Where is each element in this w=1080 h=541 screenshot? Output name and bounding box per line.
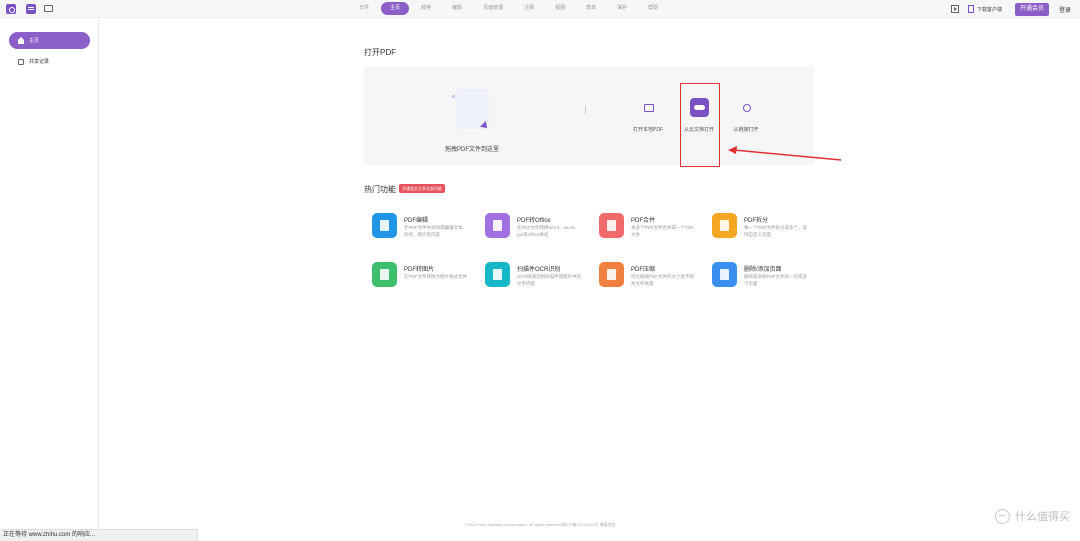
- vip-button[interactable]: 开通会员: [1014, 2, 1049, 16]
- feature-pdf-compress[interactable]: PDF压缩 优化缩减PDF文件的大小且不损失文件质量: [593, 257, 698, 291]
- tab-view[interactable]: 视图: [546, 2, 574, 15]
- hot-functions-title: 热门功能: [364, 185, 396, 194]
- vip-promo-badge[interactable]: 开通会员立享全部功能: [399, 184, 445, 193]
- feature-add-delete-page[interactable]: 删除/添加页面 删除或添加PDF文件的一页或多个页面: [706, 257, 811, 291]
- feature-desc: 在PDF文件转换为图片格式文件: [404, 274, 467, 279]
- feature-ocr[interactable]: 扫描件OCR识别 OCR快速识别扫描件或图片中的文字内容: [479, 257, 584, 291]
- drop-zone-label: 拖拽PDF文件到这里: [444, 147, 499, 153]
- footer-copyright: ©2024 Foxit Software Incorporated. All r…: [464, 522, 616, 527]
- image-icon: [372, 262, 397, 287]
- tab-comment[interactable]: 注释: [515, 2, 543, 15]
- sidebar-item-home[interactable]: 主页: [9, 32, 90, 49]
- tab-edit[interactable]: 编辑: [443, 2, 471, 15]
- feature-desc: 将一个PDF文件拆分成多个，支持自定义页面: [744, 225, 807, 237]
- top-right-actions: 下载客户端 开通会员 登录: [950, 0, 1080, 18]
- document-icon[interactable]: [26, 4, 36, 14]
- share-record-icon: [18, 58, 24, 65]
- feature-desc: 在PDF文件中添加或编辑文本、形状、图片等内容: [404, 225, 467, 237]
- feature-desc: 在PDF文件转换Word、excel、ppt等Office格式: [517, 225, 579, 237]
- feature-title: PDF压缩: [631, 267, 656, 273]
- feature-title: PDF合并: [631, 218, 656, 224]
- open-link-label: 从链接打开: [733, 127, 759, 133]
- tab-convert[interactable]: 转换: [412, 2, 440, 15]
- feature-title: PDF转Office: [517, 218, 551, 224]
- sidebar-item-label: 共享记录: [29, 59, 50, 65]
- download-client-button[interactable]: 下载客户端: [967, 5, 1002, 13]
- add-page-icon: [712, 262, 737, 287]
- tab-page-manage[interactable]: 页面管理: [474, 2, 512, 15]
- highlight-box: [680, 83, 720, 167]
- sidebar-item-share-record[interactable]: 共享记录: [9, 53, 90, 70]
- feature-title: PDF转图片: [404, 267, 435, 273]
- convert-icon: [485, 213, 510, 238]
- feature-pdf-split[interactable]: PDF拆分 将一个PDF文件拆分成多个，支持自定义页面: [706, 208, 811, 242]
- sidebar-item-label: 主页: [29, 38, 40, 44]
- watermark-text: 什么值得买: [1015, 511, 1070, 523]
- login-button[interactable]: 登录: [1059, 5, 1071, 14]
- tab-file[interactable]: 文件: [350, 2, 378, 15]
- feature-desc: 优化缩减PDF文件的大小且不损失文件质量: [631, 274, 694, 286]
- ocr-icon: [485, 262, 510, 287]
- tab-help[interactable]: 帮助: [639, 2, 667, 15]
- tab-protect[interactable]: 保护: [608, 2, 636, 15]
- tab-home[interactable]: 主页: [381, 2, 410, 15]
- watermark-logo-icon: [995, 508, 1010, 524]
- browser-status-bar: 正在等待 www.zhihu.com 的响应...: [0, 529, 198, 541]
- feature-pdf-merge[interactable]: PDF合并 将多个PDF文件合并成一个PDF文件: [593, 208, 698, 242]
- feature-title: 删除/添加页面: [744, 267, 782, 273]
- open-link-button[interactable]: 从链接打开: [716, 98, 776, 133]
- feature-pdf-to-office[interactable]: PDF转Office 在PDF文件转换Word、excel、ppt等Office…: [479, 208, 584, 242]
- app-logo-icon[interactable]: [6, 4, 16, 14]
- sidebar: 主页 共享记录: [0, 19, 99, 529]
- watermark: 什么值得买: [995, 508, 1070, 524]
- monitor-icon: [639, 98, 658, 117]
- compress-icon: [599, 262, 624, 287]
- feature-title: PDF拆分: [744, 218, 769, 224]
- tab-form[interactable]: 表单: [577, 2, 605, 15]
- folder-icon[interactable]: [44, 5, 53, 12]
- feature-title: PDF编辑: [404, 218, 429, 224]
- phone-icon: [967, 5, 974, 13]
- feature-desc: 删除或添加PDF文件的一页或多个页面: [744, 274, 807, 286]
- split-icon: [712, 213, 737, 238]
- edit-icon: [372, 213, 397, 238]
- menu-tabs: 文件 主页 转换 编辑 页面管理 注释 视图 表单 保护 帮助: [350, 2, 670, 16]
- annotation-arrow: [728, 146, 842, 161]
- top-bar: 文件 主页 转换 编辑 页面管理 注释 视图 表单 保护 帮助 下载客户端 开通…: [0, 0, 1080, 18]
- feature-desc: OCR快速识别扫描件或图片中的文字内容: [517, 274, 581, 286]
- link-icon: [737, 98, 756, 117]
- divider: [585, 106, 586, 114]
- merge-icon: [599, 213, 624, 238]
- feature-title: 扫描件OCR识别: [517, 267, 561, 273]
- feature-desc: 将多个PDF文件合并成一个PDF文件: [631, 225, 694, 237]
- download-client-label: 下载客户端: [976, 6, 1002, 13]
- feature-pdf-to-image[interactable]: PDF转图片 在PDF文件转换为图片格式文件: [366, 257, 471, 291]
- home-icon: [18, 36, 24, 44]
- play-icon[interactable]: [950, 5, 959, 13]
- open-pdf-title: 打开PDF: [364, 48, 396, 57]
- feature-pdf-edit[interactable]: PDF编辑 在PDF文件中添加或编辑文本、形状、图片等内容: [366, 208, 471, 242]
